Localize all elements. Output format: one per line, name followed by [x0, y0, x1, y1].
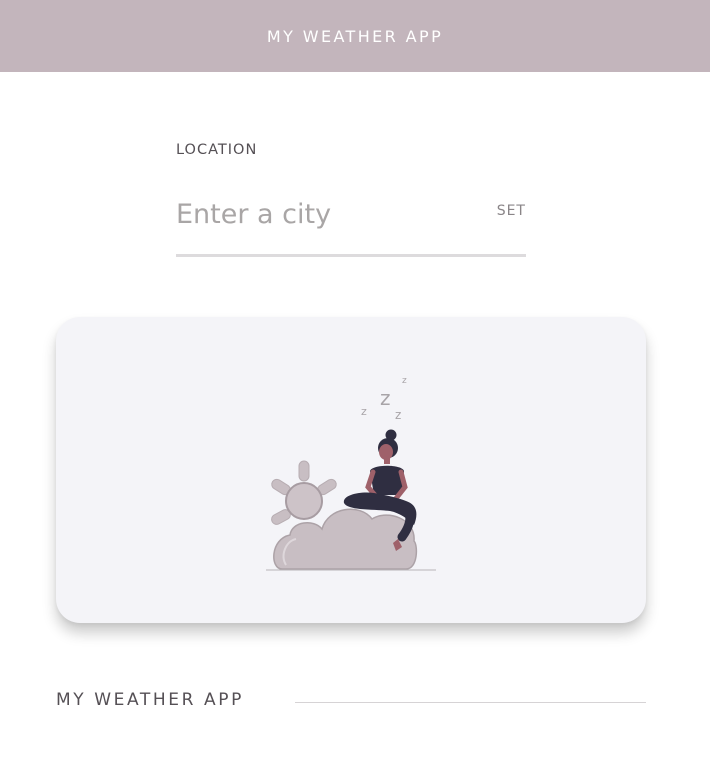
set-button[interactable]: SET: [497, 203, 526, 219]
app-header: MY WEATHER APP: [0, 0, 710, 72]
footer-brand: MY WEATHER APP: [56, 690, 244, 710]
location-label: LOCATION: [176, 142, 258, 158]
zzz-tiny: z: [402, 376, 407, 386]
sun-icon: [271, 460, 337, 525]
weather-illustration: z z z z: [266, 376, 436, 571]
weather-card: z z z z: [56, 317, 646, 623]
zzz-large: z: [380, 386, 391, 410]
location-field: SET: [176, 186, 526, 257]
app-title: MY WEATHER APP: [266, 26, 444, 46]
footer-divider: [295, 702, 646, 703]
zzz-medium: z: [395, 408, 401, 422]
zzz-small: z: [361, 405, 367, 418]
city-input[interactable]: [176, 192, 476, 236]
